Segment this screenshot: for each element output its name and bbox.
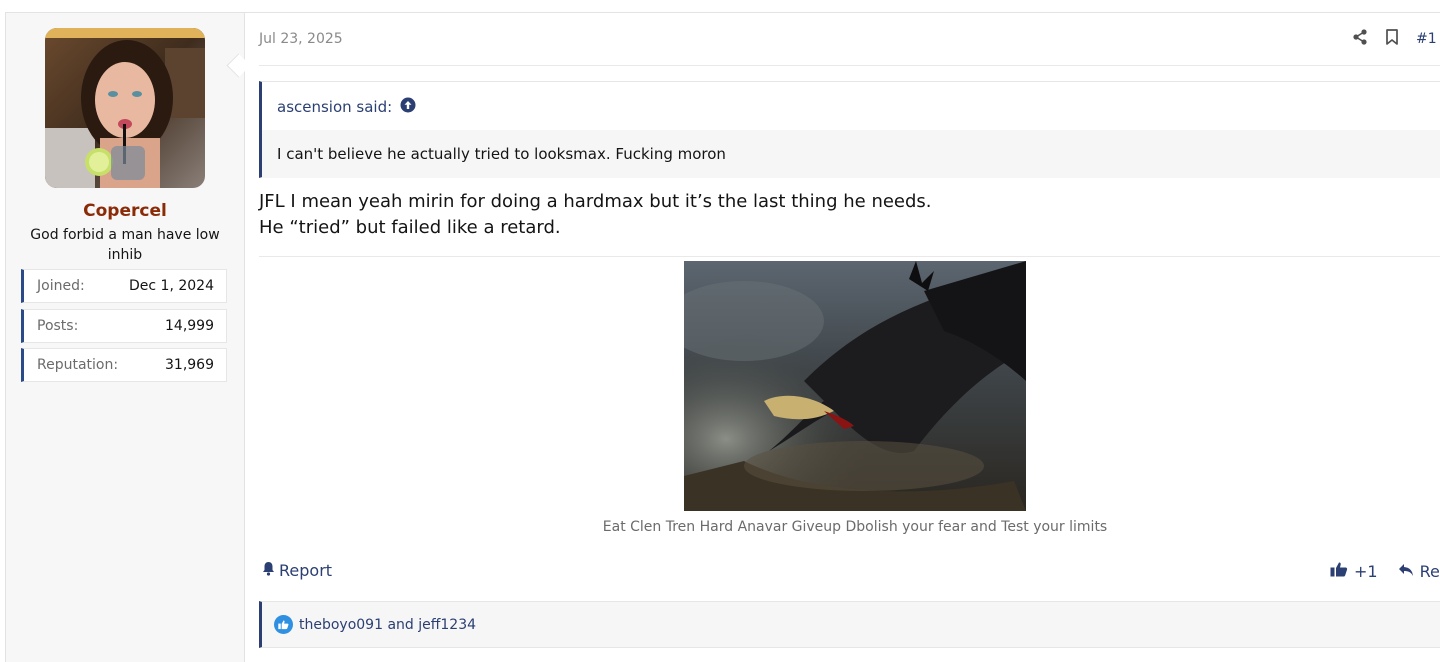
username[interactable]: Copercel xyxy=(6,201,244,221)
stat-reputation: Reputation: 31,969 xyxy=(21,348,227,382)
stat-label: Posts: xyxy=(37,318,79,334)
post-date[interactable]: Jul 23, 2025 xyxy=(259,31,343,47)
user-title: God forbid a man have low inhib xyxy=(30,227,220,263)
message-line: He “tried” but failed like a retard. xyxy=(259,217,561,238)
post-header-actions: #1 xyxy=(1352,29,1437,49)
quote-block: ascension said: I can't believe he actua… xyxy=(259,81,1440,178)
reactions-users[interactable]: theboyo091 and jeff1234 xyxy=(299,617,476,633)
stat-value: Dec 1, 2024 xyxy=(129,278,214,294)
bell-icon xyxy=(262,561,275,580)
quote-text: I can't believe he actually tried to loo… xyxy=(262,130,1440,178)
post-footer-actions: +1 Rep xyxy=(1330,561,1440,581)
like-button[interactable]: +1 xyxy=(1330,561,1378,581)
share-icon[interactable] xyxy=(1352,29,1368,49)
like-reaction-icon xyxy=(274,615,293,634)
message-divider xyxy=(259,256,1440,257)
report-button[interactable]: Report xyxy=(262,561,332,580)
arrow-up-circle-icon[interactable] xyxy=(400,97,416,117)
bookmark-icon[interactable] xyxy=(1385,29,1399,49)
user-column: Copercel God forbid a man have low inhib… xyxy=(6,13,245,662)
image-caption: Eat Clen Tren Hard Anavar Giveup Dbolish… xyxy=(602,519,1108,535)
stat-joined: Joined: Dec 1, 2024 xyxy=(21,269,227,303)
post-container: Copercel God forbid a man have low inhib… xyxy=(5,12,1440,662)
reaction-count[interactable]: +1 xyxy=(1354,562,1378,581)
avatar[interactable] xyxy=(45,28,205,188)
stat-label: Reputation: xyxy=(37,357,119,373)
stat-value: 31,969 xyxy=(165,357,214,373)
post-main: Jul 23, 2025 #1 ascension said: I can't … xyxy=(244,13,1440,662)
reply-button[interactable]: Rep xyxy=(1398,562,1440,581)
stat-label: Joined: xyxy=(37,278,85,294)
thumbs-up-icon[interactable] xyxy=(1330,561,1348,581)
reply-label[interactable]: Rep xyxy=(1420,562,1440,581)
post-number[interactable]: #1 xyxy=(1416,31,1437,47)
stat-value: 14,999 xyxy=(165,318,214,334)
message-line: JFL I mean yeah mirin for doing a hardma… xyxy=(259,191,932,212)
stat-posts: Posts: 14,999 xyxy=(21,309,227,343)
reply-icon xyxy=(1398,562,1414,581)
header-divider xyxy=(259,65,1440,66)
quote-header[interactable]: ascension said: xyxy=(277,97,416,117)
post-message: JFL I mean yeah mirin for doing a hardma… xyxy=(259,189,932,241)
post-image[interactable] xyxy=(684,261,1026,511)
quote-author[interactable]: ascension said: xyxy=(277,98,392,116)
reactions-bar[interactable]: theboyo091 and jeff1234 xyxy=(259,601,1440,648)
report-label[interactable]: Report xyxy=(279,561,332,580)
